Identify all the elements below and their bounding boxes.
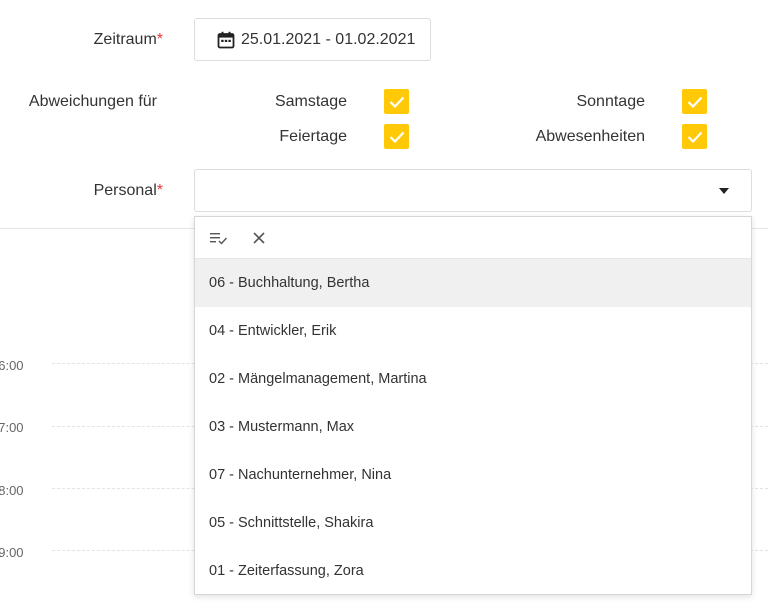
checkbox-label-sonntage: Sonntage: [576, 93, 645, 110]
personal-dropdown-panel: 06 - Buchhaltung, Bertha 04 - Entwickler…: [194, 216, 752, 595]
close-icon[interactable]: [249, 228, 269, 248]
dropdown-option[interactable]: 01 - Zeiterfassung, Zora: [195, 547, 751, 595]
check-icon: [687, 131, 702, 143]
time-label: 09:00: [0, 545, 24, 560]
checkbox-abwesenheiten[interactable]: [682, 124, 707, 149]
select-all-icon[interactable]: [209, 228, 229, 248]
caret-down-icon[interactable]: [719, 188, 729, 194]
time-label-text: 07:00: [0, 420, 24, 435]
dropdown-toolbar: [195, 217, 751, 259]
check-icon: [389, 131, 404, 143]
abweichungen-label: Abweichungen für: [28, 93, 157, 110]
time-label-text: 08:00: [0, 483, 24, 498]
zeitraum-label: Zeitraum*: [60, 31, 163, 49]
checkbox-samstage[interactable]: [384, 89, 409, 114]
time-label: 07:00: [0, 420, 24, 435]
checkbox-label-feiertage: Feiertage: [279, 128, 347, 145]
time-label-text: 09:00: [0, 545, 24, 560]
date-range-value: 25.01.2021 - 01.02.2021: [241, 30, 416, 48]
dropdown-option[interactable]: 06 - Buchhaltung, Bertha: [195, 259, 751, 307]
date-range-picker[interactable]: 25.01.2021 - 01.02.2021: [194, 18, 431, 61]
time-label: 08:00: [0, 483, 24, 498]
required-mark: *: [156, 31, 163, 48]
calendar-icon: [217, 31, 235, 49]
checkbox-sonntage[interactable]: [682, 89, 707, 114]
dropdown-option[interactable]: 03 - Mustermann, Max: [195, 403, 751, 451]
required-mark: *: [156, 182, 163, 199]
checkbox-label-samstage: Samstage: [274, 93, 347, 110]
dropdown-option[interactable]: 02 - Mängelmanagement, Martina: [195, 355, 751, 403]
checkbox-label-abwesenheiten: Abwesenheiten: [535, 128, 645, 145]
dropdown-option[interactable]: 04 - Entwickler, Erik: [195, 307, 751, 355]
personal-label-text: Personal: [93, 182, 157, 199]
personal-label: Personal*: [60, 182, 163, 200]
checkbox-feiertage[interactable]: [384, 124, 409, 149]
time-label: 06:00: [0, 358, 24, 373]
dropdown-option[interactable]: 07 - Nachunternehmer, Nina: [195, 451, 751, 499]
check-icon: [389, 96, 404, 108]
time-label-text: 06:00: [0, 358, 24, 373]
check-icon: [687, 96, 702, 108]
dropdown-option[interactable]: 05 - Schnittstelle, Shakira: [195, 499, 751, 547]
personal-select[interactable]: [194, 169, 752, 212]
zeitraum-label-text: Zeitraum: [93, 31, 157, 48]
